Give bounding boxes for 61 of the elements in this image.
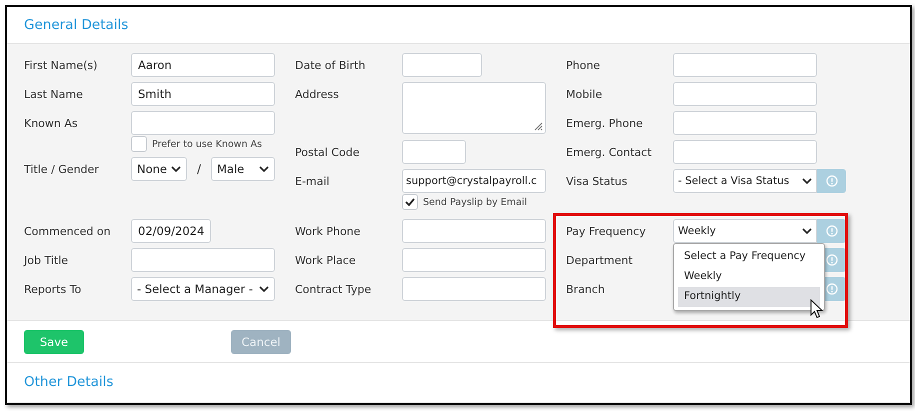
field-label: Emerg. Phone bbox=[566, 116, 644, 130]
field-label: Known As bbox=[24, 116, 79, 130]
field-label: Commenced on bbox=[24, 224, 112, 238]
field-label: Date of Birth bbox=[295, 58, 366, 72]
text-field[interactable] bbox=[673, 53, 817, 78]
field-label: Contract Type bbox=[295, 282, 372, 296]
resize-grip-icon[interactable] bbox=[534, 122, 543, 132]
text-field[interactable] bbox=[673, 111, 817, 136]
select-field[interactable]: - Select a Visa Status bbox=[673, 169, 817, 194]
section-title: General Details bbox=[24, 17, 128, 34]
field-label: Address bbox=[295, 88, 340, 102]
field-label: Last Name bbox=[24, 88, 84, 101]
checkbox-label: Prefer to use Known As bbox=[152, 138, 262, 150]
info-button[interactable] bbox=[817, 219, 846, 244]
select-field[interactable]: - Select a Manager - bbox=[131, 277, 275, 302]
check-icon bbox=[405, 198, 415, 206]
field-label: Emerg. Contact bbox=[566, 146, 653, 159]
info-icon bbox=[826, 175, 838, 188]
field-label: E-mail bbox=[295, 174, 330, 188]
text-field[interactable] bbox=[402, 219, 546, 244]
text-field[interactable] bbox=[402, 248, 546, 272]
text-field[interactable]: Aaron bbox=[131, 53, 275, 78]
text-field[interactable]: 02/09/2024 bbox=[131, 219, 211, 244]
text-field[interactable]: Smith bbox=[131, 82, 275, 106]
field-label: First Name(s) bbox=[24, 58, 98, 72]
field-label: Title / Gender bbox=[24, 162, 100, 176]
text-field[interactable]: support@crystalpayroll.c bbox=[402, 169, 546, 194]
title-select[interactable]: None bbox=[131, 157, 187, 182]
checkbox[interactable] bbox=[131, 136, 147, 152]
field-label: Pay Frequency bbox=[566, 224, 647, 238]
dropdown-option[interactable]: Weekly bbox=[678, 267, 820, 288]
chevron-icon bbox=[802, 228, 812, 234]
field-label: Work Phone bbox=[295, 224, 362, 238]
text-field[interactable] bbox=[402, 277, 546, 302]
text-field[interactable] bbox=[402, 140, 466, 164]
field-label: Visa Status bbox=[566, 174, 628, 188]
field-label: Phone bbox=[566, 58, 602, 72]
field-label: Postal Code bbox=[295, 146, 360, 159]
field-label: Reports To bbox=[24, 282, 82, 296]
chevron-icon bbox=[259, 286, 269, 292]
checkbox[interactable] bbox=[402, 194, 418, 210]
chevron-icon bbox=[171, 166, 182, 172]
dropdown-option[interactable]: Fortnightly bbox=[678, 287, 820, 308]
field-label: Mobile bbox=[566, 88, 604, 101]
text-field[interactable] bbox=[673, 82, 817, 106]
chevron-icon bbox=[259, 166, 269, 172]
text-field[interactable] bbox=[402, 53, 482, 78]
info-icon bbox=[826, 225, 838, 238]
field-label: Branch bbox=[566, 282, 606, 296]
text-field[interactable] bbox=[673, 140, 817, 164]
field-label: Work Place bbox=[295, 254, 357, 267]
select-field[interactable]: Weekly bbox=[673, 219, 817, 244]
field-label: Department bbox=[566, 254, 634, 267]
field-label: Job Title bbox=[24, 254, 70, 267]
text-field[interactable] bbox=[131, 111, 275, 136]
gender-select[interactable]: Male bbox=[211, 157, 275, 182]
separator: / bbox=[196, 162, 202, 176]
chevron-icon bbox=[802, 178, 812, 184]
dropdown-option[interactable]: Select a Pay Frequency bbox=[678, 247, 820, 268]
text-field[interactable] bbox=[131, 248, 275, 272]
checkbox-label: Send Payslip by Email bbox=[423, 196, 527, 208]
